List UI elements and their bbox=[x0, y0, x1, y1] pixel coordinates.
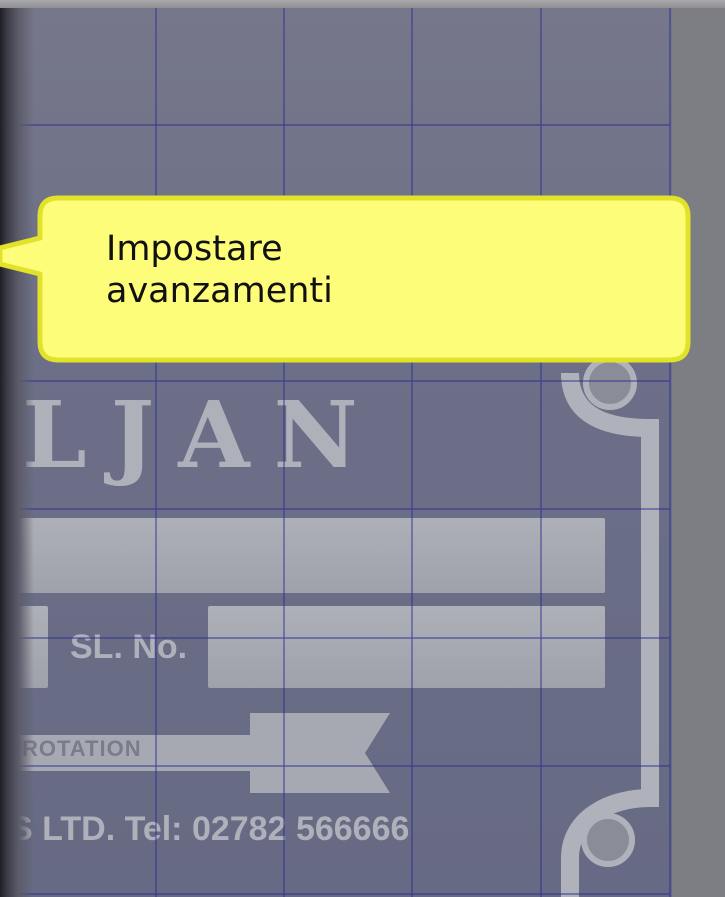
left-edge-shadow bbox=[0, 8, 34, 897]
right-margin bbox=[672, 8, 725, 897]
callout-line-2: avanzamenti bbox=[106, 271, 333, 311]
callout-text: Impostare avanzamenti bbox=[106, 228, 333, 312]
editor-view: LJAN SL. No. ROTATION S LTD. Tel: 02782 … bbox=[0, 0, 725, 897]
top-bar bbox=[0, 0, 725, 8]
image-canvas[interactable]: LJAN SL. No. ROTATION S LTD. Tel: 02782 … bbox=[10, 8, 725, 897]
callout-line-1: Impostare bbox=[106, 229, 283, 269]
callout-bubble bbox=[0, 195, 691, 363]
plate-corner-bracket bbox=[561, 356, 659, 897]
